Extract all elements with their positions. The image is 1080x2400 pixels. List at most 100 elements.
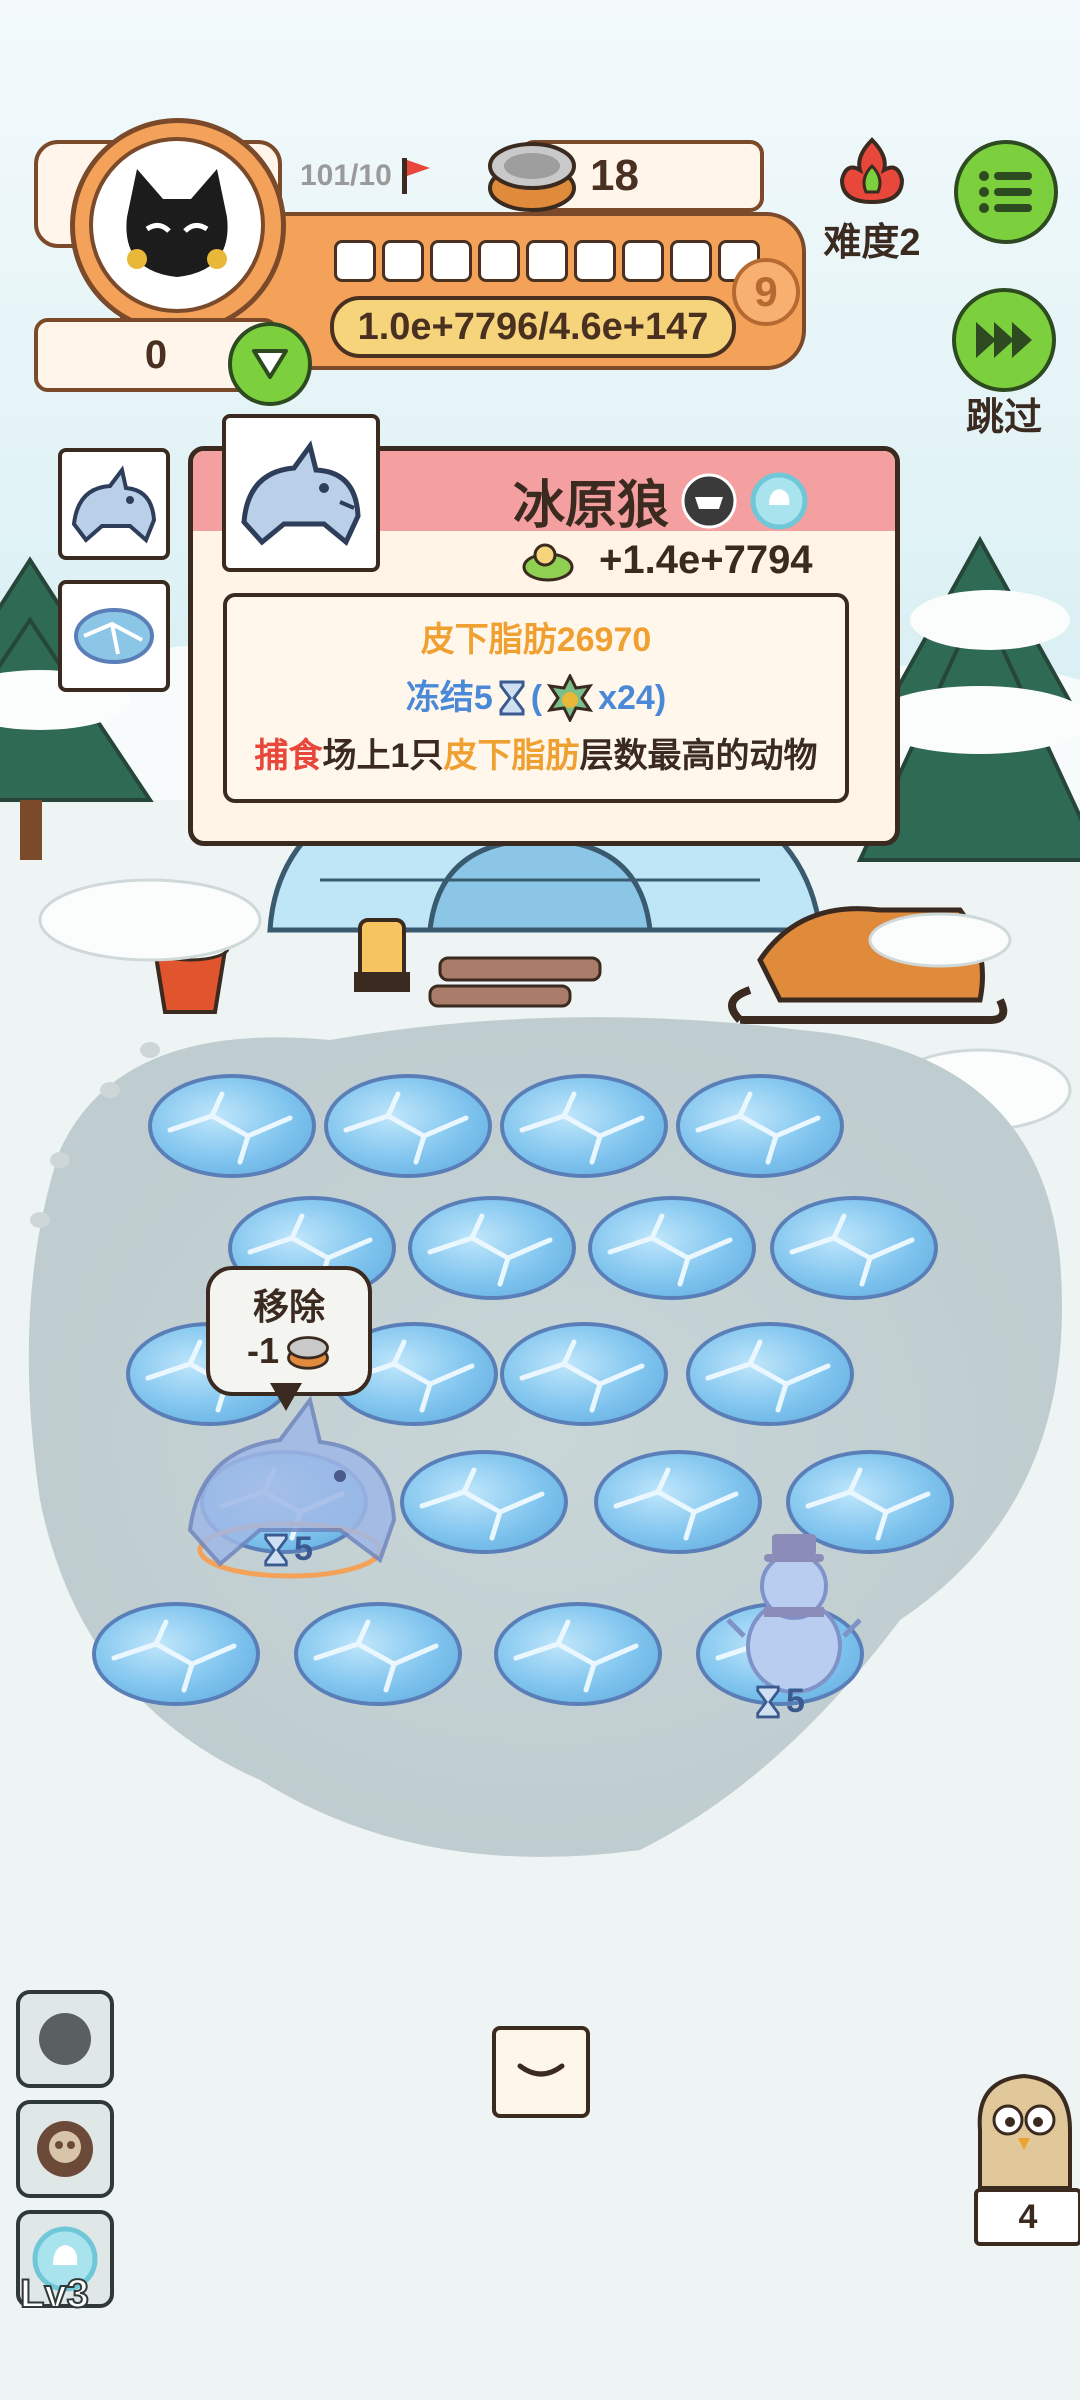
freeze-text: 冻结5 xyxy=(405,679,493,717)
card-wolf-portrait xyxy=(222,414,380,572)
skip-label: 跳过 xyxy=(965,397,1042,439)
snowman[interactable] xyxy=(724,1516,864,1696)
freeze-line: 冻结5 ( x24) xyxy=(227,669,845,727)
reward-value: +1.4e+7794 xyxy=(599,537,813,582)
desc-count: 场上1只 xyxy=(322,737,444,775)
side-thumb-wolf[interactable] xyxy=(58,448,170,560)
hourglass-icon xyxy=(756,1685,780,1718)
skull-icon xyxy=(37,2121,93,2177)
frost-shield-icon xyxy=(750,472,808,529)
freeze-open-paren: ( xyxy=(530,679,543,717)
snowman-icon xyxy=(726,1534,862,1694)
list-menu-icon xyxy=(979,171,1032,213)
food-can-icon xyxy=(287,1336,329,1370)
cans-value: 18 xyxy=(590,151,639,200)
menu-button[interactable] xyxy=(954,140,1058,244)
mascot-counter[interactable]: 4 xyxy=(966,2060,1080,2246)
paw-skill-slot[interactable] xyxy=(16,1990,114,2088)
wolf-timer: 5 xyxy=(262,1530,313,1569)
ice-crack-icon xyxy=(789,1213,915,1287)
ice-crack-icon xyxy=(313,1619,439,1693)
lantern xyxy=(354,918,410,992)
skip-control[interactable]: 跳过 xyxy=(952,288,1056,441)
hourglass-icon xyxy=(264,1533,288,1566)
ice-wolf-icon xyxy=(71,465,157,544)
ice-tile[interactable] xyxy=(770,1196,938,1300)
paw-shape-icon xyxy=(39,2013,91,2065)
card-title: 冰原狼 xyxy=(513,477,670,535)
score-text: 1.0e+7796/4.6e+147 xyxy=(357,305,709,348)
ice-crack-icon xyxy=(167,1091,293,1165)
ice-tile[interactable] xyxy=(500,1322,668,1426)
green-paw-icon xyxy=(522,543,574,582)
red-flag-icon xyxy=(401,158,430,194)
ice-tile[interactable] xyxy=(92,1602,260,1706)
player-avatar[interactable] xyxy=(70,118,286,334)
card-description-box: 皮下脂肪26970 冻结5 ( x24) 捕食场上1只皮下脂肪层数最高的动物 xyxy=(223,593,849,803)
ice-tile[interactable] xyxy=(148,1074,316,1178)
remove-label: 移除 xyxy=(252,1286,325,1327)
mascot-count: 4 xyxy=(1018,2198,1038,2236)
black-cat-icon xyxy=(126,169,228,277)
card-title-row: 冰原狼 xyxy=(513,463,809,538)
progress-segments xyxy=(334,240,760,282)
ice-crack-icon xyxy=(607,1213,733,1287)
paw-badge-icon xyxy=(546,674,594,722)
ice-tile[interactable] xyxy=(400,1450,568,1554)
owl-mascot-icon xyxy=(977,2073,1072,2190)
collapse-tab-button[interactable] xyxy=(492,2026,590,2118)
ice-tile[interactable] xyxy=(324,1074,492,1178)
remove-cost-row: -1 xyxy=(210,1330,368,1372)
difficulty-indicator: 难度2 xyxy=(808,136,936,266)
flame-flower-icon xyxy=(839,137,905,205)
score-bar: 1.0e+7796/4.6e+147 xyxy=(330,296,736,358)
skip-button[interactable] xyxy=(952,288,1056,392)
freeze-multiplier: x24) xyxy=(598,679,667,717)
tooltip-pointer xyxy=(270,1383,302,1411)
snowman-timer-value: 5 xyxy=(786,1682,805,1720)
wolf-timer-value: 5 xyxy=(294,1530,313,1568)
predator-teeth-icon xyxy=(681,473,737,528)
ice-crack-icon xyxy=(695,1091,821,1165)
food-can-icon xyxy=(488,142,576,212)
ice-wolf-portrait-icon xyxy=(241,440,361,546)
mascot-count-box: 4 xyxy=(974,2188,1080,2246)
reward-row: +1.4e+7794 xyxy=(519,537,813,583)
ice-tile[interactable] xyxy=(294,1602,462,1706)
dropdown-heart-icon[interactable] xyxy=(228,322,312,406)
ice-tile[interactable] xyxy=(588,1196,756,1300)
ice-tile[interactable] xyxy=(408,1196,576,1300)
ice-tile[interactable] xyxy=(686,1322,854,1426)
prey-description-line: 捕食场上1只皮下脂肪层数最高的动物 xyxy=(227,727,845,785)
snowman-timer: 5 xyxy=(754,1682,805,1721)
fat-stat-line: 皮下脂肪26970 xyxy=(420,621,652,659)
level-progress: 101/10 xyxy=(300,156,432,196)
ice-tile[interactable] xyxy=(494,1602,662,1706)
ice-crack-icon xyxy=(513,1619,639,1693)
avatar-counter-value: 0 xyxy=(144,332,168,377)
side-thumb-ice[interactable] xyxy=(58,580,170,692)
ice-crack-icon xyxy=(343,1091,469,1165)
smile-handle-icon xyxy=(517,2063,565,2077)
badge-number-text: 9 xyxy=(754,268,778,315)
avatar-inner-circle xyxy=(89,137,265,313)
ice-crack-icon xyxy=(519,1091,645,1165)
desc-prey-word: 捕食 xyxy=(254,737,323,775)
ice-crack-icon xyxy=(519,1339,645,1413)
ice-tile[interactable] xyxy=(500,1074,668,1178)
ice-crack-icon xyxy=(705,1339,831,1413)
level-progress-text: 101/10 xyxy=(300,159,392,192)
remove-cost: -1 xyxy=(246,1330,279,1371)
remove-tooltip[interactable]: 移除 -1 xyxy=(206,1266,372,1396)
ice-crack-icon xyxy=(419,1467,545,1541)
level-label: Lv3 xyxy=(19,2271,90,2317)
desc-target: 层数最高的动物 xyxy=(579,737,818,775)
difficulty-label: 难度2 xyxy=(823,222,921,264)
ice-tile[interactable] xyxy=(676,1074,844,1178)
fast-forward-icon xyxy=(976,322,1032,358)
ice-crack-icon xyxy=(111,1619,237,1693)
badge-number: 9 xyxy=(732,258,800,326)
skull-skill-slot[interactable] xyxy=(16,2100,114,2198)
hourglass-icon xyxy=(499,680,525,716)
ice-crack-icon xyxy=(427,1213,553,1287)
